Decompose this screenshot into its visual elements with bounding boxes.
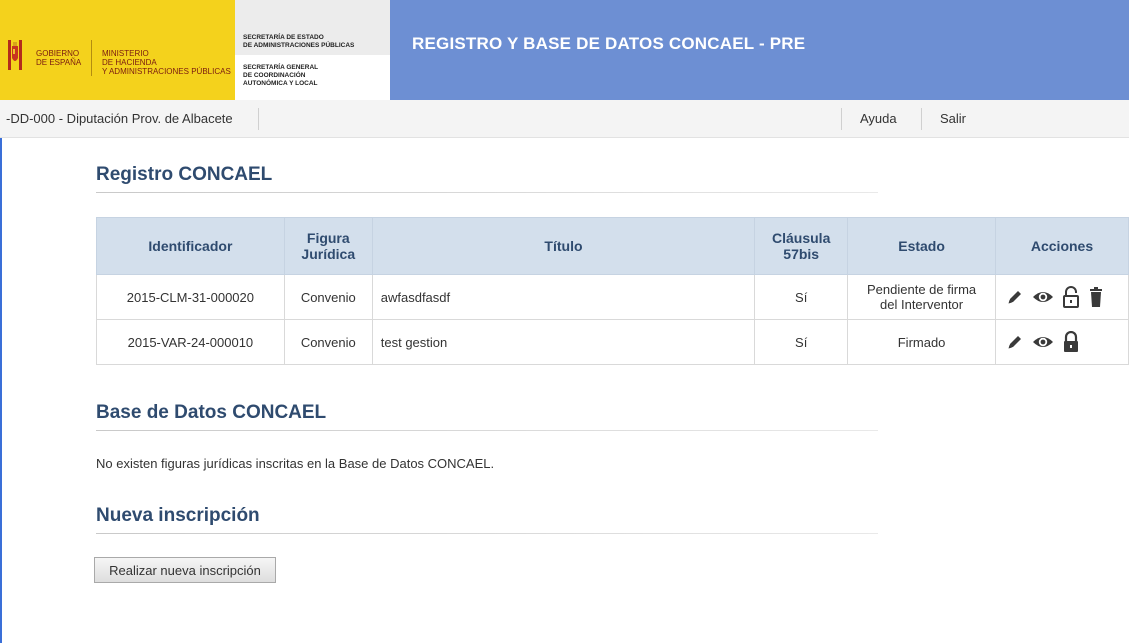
row-actions — [996, 331, 1128, 353]
logout-link[interactable]: Salir — [940, 111, 966, 126]
cell-estado-pending: Pendiente de firma del Interventor — [847, 274, 996, 320]
column-header-clausula[interactable]: Cláusula 57bis — [754, 217, 849, 275]
app-header: GOBIERNO DE ESPAÑA MINISTERIO DE HACIEND… — [0, 0, 1129, 100]
sec-general-line-2: DE COORDINACIÓN — [243, 72, 306, 79]
unlocked-padlock-icon[interactable] — [1062, 286, 1080, 308]
sec-general-line-3: AUTONÓMICA Y LOCAL — [243, 80, 318, 87]
help-link[interactable]: Ayuda — [860, 111, 897, 126]
column-header-acciones: Acciones — [995, 217, 1129, 275]
title-banner: REGISTRO Y BASE DE DATOS CONCAEL - PRE — [390, 0, 1129, 100]
section-divider — [96, 430, 878, 431]
coat-of-arms-icon — [8, 40, 22, 70]
cell-titulo: test gestion — [371, 319, 756, 365]
section-divider — [96, 533, 878, 534]
cell-identificador: 2015-VAR-24-000010 — [96, 319, 285, 365]
user-bar: -DD-000 - Diputación Prov. de Albacete A… — [0, 100, 1129, 138]
cell-titulo: awfasdfasdf — [371, 274, 756, 320]
estado-line-1: Pendiente de firma — [867, 282, 977, 297]
secretaria-estado-text: SECRETARÍA DE ESTADO DE ADMINISTRACIONES… — [243, 34, 354, 50]
figura-header-line-1: Figura — [306, 230, 350, 246]
estado-line-2: del Interventor — [880, 297, 964, 312]
column-header-figura[interactable]: Figura Jurídica — [283, 217, 373, 275]
logo-divider — [91, 40, 92, 76]
pencil-icon[interactable] — [1006, 288, 1024, 306]
trash-icon[interactable] — [1088, 287, 1104, 307]
ministerio-text: MINISTERIO DE HACIENDA Y ADMINISTRACIONE… — [102, 49, 231, 76]
gobierno-line-1: GOBIERNO — [36, 49, 80, 58]
section-divider — [96, 192, 878, 193]
table-row: 2015-CLM-31-000020 Convenio awfasdfasdf … — [96, 274, 1129, 320]
base-datos-title: Base de Datos CONCAEL — [96, 402, 327, 423]
eye-icon[interactable] — [1032, 333, 1054, 351]
gobierno-line-2: DE ESPAÑA — [36, 58, 82, 67]
eye-icon[interactable] — [1032, 288, 1054, 306]
empty-message: No existen figuras jurídicas inscritas e… — [96, 456, 495, 471]
ministerio-line-2: DE HACIENDA — [102, 58, 157, 67]
estado-line-1: Firmado — [897, 334, 946, 350]
registro-table: Identificador Figura Jurídica Título Clá… — [96, 217, 1129, 365]
secretaria-general-text: SECRETARÍA GENERAL DE COORDINACIÓN AUTON… — [243, 64, 318, 88]
column-header-estado[interactable]: Estado — [847, 217, 996, 275]
cell-identificador: 2015-CLM-31-000020 — [96, 274, 285, 320]
government-logo: GOBIERNO DE ESPAÑA MINISTERIO DE HACIEND… — [0, 0, 390, 100]
gobierno-text: GOBIERNO DE ESPAÑA — [36, 49, 81, 67]
locked-padlock-icon[interactable] — [1062, 331, 1080, 353]
app-title: REGISTRO Y BASE DE DATOS CONCAEL - PRE — [412, 34, 806, 53]
entity-divider — [258, 108, 259, 130]
figura-header-line-2: Jurídica — [301, 246, 356, 262]
cell-figura: Convenio — [283, 274, 373, 320]
column-header-identificador[interactable]: Identificador — [96, 217, 285, 275]
cell-clausula: Sí — [754, 319, 849, 365]
menu-divider — [921, 108, 922, 130]
menu-divider — [841, 108, 842, 130]
column-header-titulo[interactable]: Título — [371, 217, 756, 275]
entity-name: -DD-000 - Diputación Prov. de Albacete — [6, 111, 233, 126]
clausula-header-line-2: 57bis — [783, 246, 820, 262]
registro-title: Registro CONCAEL — [96, 164, 273, 185]
sec-general-line-1: SECRETARÍA GENERAL — [243, 64, 319, 71]
cell-estado-signed: Firmado — [847, 319, 996, 365]
pencil-icon[interactable] — [1006, 333, 1024, 351]
cell-clausula: Sí — [754, 274, 849, 320]
ministerio-line-1: MINISTERIO — [102, 49, 149, 58]
sec-estado-line-2: DE ADMINISTRACIONES PÚBLICAS — [243, 42, 355, 49]
cell-acciones — [995, 274, 1129, 320]
cell-figura: Convenio — [283, 319, 373, 365]
row-actions — [996, 286, 1128, 308]
table-header-row: Identificador Figura Jurídica Título Clá… — [96, 217, 1129, 275]
ministerio-line-3: Y ADMINISTRACIONES PÚBLICAS — [102, 67, 231, 76]
table-row: 2015-VAR-24-000010 Convenio test gestion… — [96, 319, 1129, 365]
sec-estado-line-1: SECRETARÍA DE ESTADO — [243, 34, 324, 41]
new-registration-button[interactable]: Realizar nueva inscripción — [94, 557, 276, 583]
cell-acciones — [995, 319, 1129, 365]
nueva-inscripcion-title: Nueva inscripción — [96, 505, 260, 526]
clausula-header-line-1: Cláusula — [772, 230, 831, 246]
